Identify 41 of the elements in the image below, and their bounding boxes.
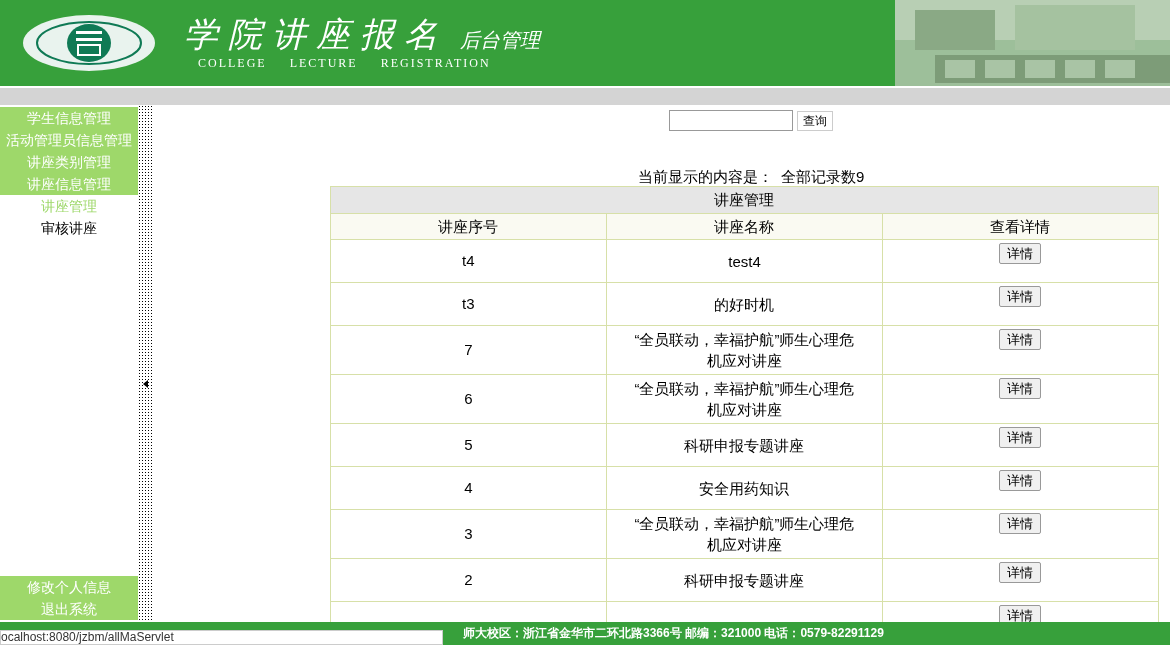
table-cell-text: test4 <box>727 251 762 272</box>
table-cell-text: 科研申报专题讲座 <box>683 435 806 456</box>
record-summary: 当前显示的内容是： 全部记录数9 <box>637 168 865 186</box>
table-cell-text: 3 <box>464 523 473 544</box>
details-button[interactable]: 详情 <box>999 562 1042 583</box>
footer-address: 师大校区：浙江省金华市二环北路3366号 邮编：321000 电话：0579-82291129 <box>463 625 884 642</box>
table-cell-text: 4 <box>464 477 473 498</box>
table-cell-text: 7 <box>464 339 473 360</box>
status-url-tooltip: ocalhost:8080/jzbm/allMaServlet <box>0 630 443 645</box>
site-subtitle: 后台管理 <box>460 27 540 54</box>
table-cell-text: “全员联动，幸福护航”师生心理危机应对讲座 <box>633 379 856 420</box>
table-cell-text: 6 <box>464 388 473 409</box>
table-cell-text: “全员联动，幸福护航”师生心理危机应对讲座 <box>633 514 856 555</box>
details-button[interactable]: 详情 <box>999 243 1042 264</box>
table-cell-text: 5 <box>464 434 473 455</box>
details-button[interactable]: 详情 <box>999 427 1042 448</box>
details-button[interactable]: 详情 <box>999 513 1042 534</box>
logo-icon <box>22 14 156 72</box>
collapse-arrow-icon <box>142 379 148 388</box>
search-field[interactable] <box>669 110 793 131</box>
table-cell-text: 2 <box>464 569 473 590</box>
details-button[interactable]: 详情 <box>999 605 1042 622</box>
table-cell-text: “全员联动，幸福护航”师生心理危机应对讲座 <box>633 330 856 371</box>
column-header: 讲座序号 <box>437 217 500 237</box>
table-cell-text: 科研申报专题讲座 <box>683 570 806 591</box>
table-cell-text: t4 <box>462 250 475 271</box>
details-button[interactable]: 详情 <box>999 329 1042 350</box>
details-button[interactable]: 详情 <box>999 378 1042 399</box>
column-header: 查看详情 <box>881 214 1158 239</box>
details-button[interactable]: 详情 <box>999 470 1042 491</box>
submenu-item[interactable]: 审核讲座 <box>0 217 138 239</box>
table-cell-text: t3 <box>462 293 475 314</box>
table-cell-text: 安全用药知识 <box>698 478 791 499</box>
table-cell-text: 的好时机 <box>713 294 776 315</box>
column-header: 讲座名称 <box>606 214 882 239</box>
search-button[interactable]: 查询 <box>797 110 833 131</box>
site-english-title: COLLEGE LECTURE REGISTRATION <box>198 55 492 72</box>
splitter-bar[interactable] <box>138 105 152 622</box>
details-button[interactable]: 详情 <box>999 286 1042 307</box>
table-title: 讲座管理 <box>330 187 1158 213</box>
site-title: 学院讲座报名 <box>184 14 448 54</box>
